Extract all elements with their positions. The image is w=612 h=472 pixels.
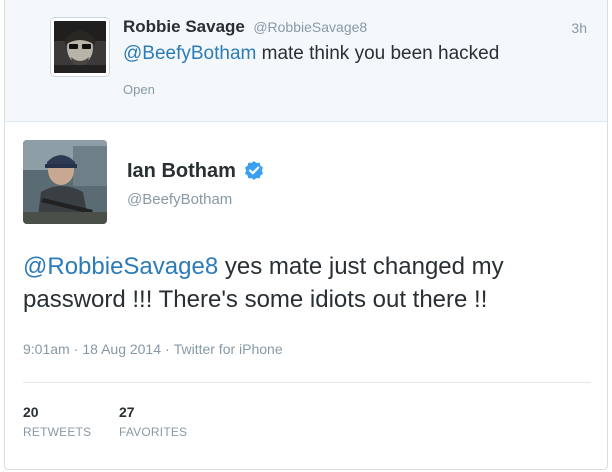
parent-tweet[interactable]: Robbie Savage @RobbieSavage8 3h @BeefyBo… — [5, 0, 607, 122]
avatar[interactable] — [23, 140, 107, 224]
mention-link[interactable]: @RobbieSavage8 — [23, 253, 218, 280]
user-fullname[interactable]: Ian Botham — [127, 160, 236, 182]
avatar-image — [23, 140, 107, 224]
favorite-label: FAVORITES — [119, 425, 188, 439]
favorite-count: 27 — [119, 404, 135, 420]
tweet-timestamp[interactable]: 3h — [571, 20, 587, 36]
tweet-text: @BeefyBotham mate think you been hacked — [123, 43, 499, 65]
user-handle[interactable]: @BeefyBotham — [127, 191, 232, 208]
tweet-text: @RobbieSavage8 yes mate just changed my … — [23, 250, 603, 316]
tweet-time[interactable]: 9:01am — [23, 341, 70, 357]
retweet-count: 20 — [23, 404, 39, 420]
parent-name-line: Robbie Savage @RobbieSavage8 — [123, 17, 367, 37]
favorites-stat[interactable]: 27 FAVORITES — [119, 404, 187, 439]
retweet-label: RETWEETS — [23, 425, 92, 439]
verified-badge-icon — [244, 160, 264, 185]
retweets-stat[interactable]: 20 RETWEETS — [23, 404, 91, 439]
tweet-text-body: mate think you been hacked — [256, 43, 500, 64]
separator: · — [73, 341, 79, 357]
avatar[interactable] — [51, 18, 109, 76]
mention-link[interactable]: @BeefyBotham — [123, 43, 256, 64]
main-name-line: Ian Botham — [127, 160, 264, 185]
tweet-source[interactable]: Twitter for iPhone — [174, 341, 283, 357]
divider — [23, 382, 591, 383]
open-link[interactable]: Open — [123, 82, 155, 97]
user-fullname[interactable]: Robbie Savage — [123, 17, 245, 36]
tweet-date[interactable]: 18 Aug 2014 — [82, 341, 161, 357]
tweet-card: Robbie Savage @RobbieSavage8 3h @BeefyBo… — [4, 0, 608, 470]
user-handle[interactable]: @RobbieSavage8 — [253, 19, 367, 35]
avatar-image — [54, 21, 106, 73]
separator: · — [165, 341, 170, 357]
tweet-meta: 9:01am · 18 Aug 2014 · Twitter for iPhone — [23, 341, 283, 357]
